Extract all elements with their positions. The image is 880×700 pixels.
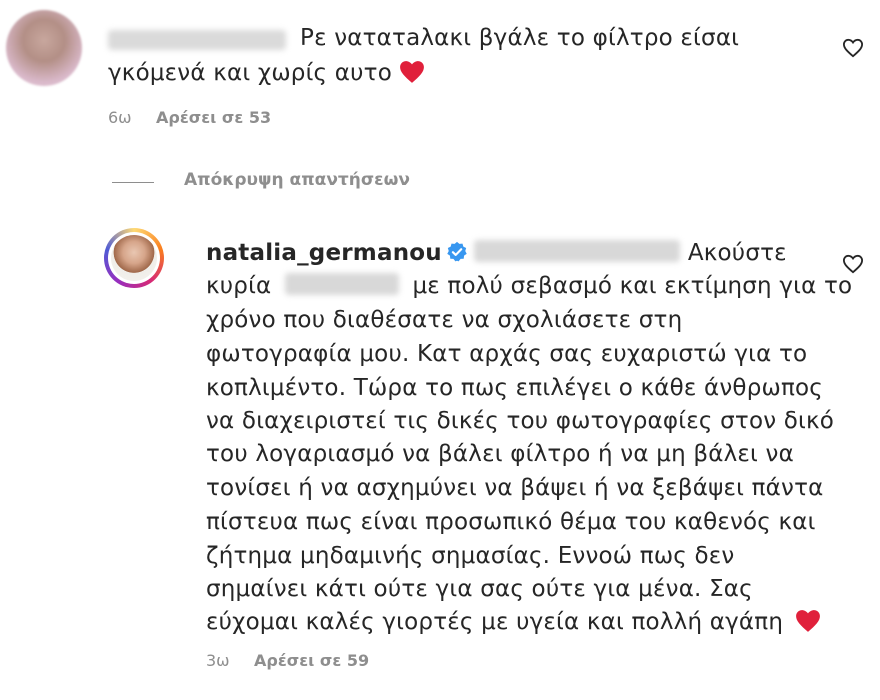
reply-username[interactable]: natalia_germanou: [206, 240, 442, 266]
reply-line: ζήτημα μηδαμινής σημασίας. Εννοώ πως δεν: [206, 543, 735, 569]
reply-last-line: εύχομαι καλές γιορτές με υγεία και πολλή…: [206, 606, 821, 639]
verified-badge-icon: [447, 241, 467, 262]
blurred-username[interactable]: [108, 30, 286, 50]
reply-line: φωτογραφία μου. Κατ αρχάς σας ευχαριστώ …: [206, 341, 808, 367]
reply-likes[interactable]: Αρέσει σε 59: [254, 651, 369, 670]
blurred-mention[interactable]: [473, 240, 680, 262]
blurred-name: [284, 273, 399, 295]
comment-likes[interactable]: Αρέσει σε 53: [156, 108, 271, 127]
reply-line: πίστευα πως είναι προσωπικό θέμα του καθ…: [206, 509, 816, 535]
heart-emoji-icon: [400, 61, 425, 83]
like-heart-icon[interactable]: [842, 254, 864, 274]
reply-line2: κυρία με πολύ σεβασμό και εκτίμηση για τ…: [206, 273, 853, 299]
avatar[interactable]: [6, 10, 82, 86]
hide-replies-button[interactable]: Απόκρυψη απαντήσεων: [184, 170, 410, 190]
heart-emoji-icon: [795, 610, 820, 632]
avatar[interactable]: [104, 228, 164, 288]
reply-line: σημαίνει κάτι ούτε για σας ούτε για μένα…: [206, 576, 753, 602]
comment-time: 6ω: [108, 108, 132, 127]
reply-line: του λογαριασμό να βάλει φίλτρο ή να μη β…: [206, 441, 794, 467]
replies-divider: [112, 182, 154, 183]
comment-text-line2: γκόμενά και χωρίς αυτο: [108, 57, 425, 90]
like-heart-icon[interactable]: [842, 38, 864, 58]
reply-line: χρόνο που διαθέσατε να σχολιάσετε στη: [206, 307, 683, 333]
reply-first-line: natalia_germanou Ακούστε: [206, 240, 787, 266]
reply-line: τονίσει ή να ασχημύνει να βάψει ή να ξεβ…: [206, 475, 824, 501]
reply-line: να διαχειριστεί τις δικές του φωτογραφίε…: [206, 408, 835, 434]
reply-time: 3ω: [206, 651, 230, 670]
reply-line: κοπλιμέντο. Τώρα το πως επιλέγει ο κάθε …: [206, 375, 823, 401]
comment-text-line1: Ρε νατατaλακι βγάλε το φίλτρο είσαι: [300, 25, 740, 51]
